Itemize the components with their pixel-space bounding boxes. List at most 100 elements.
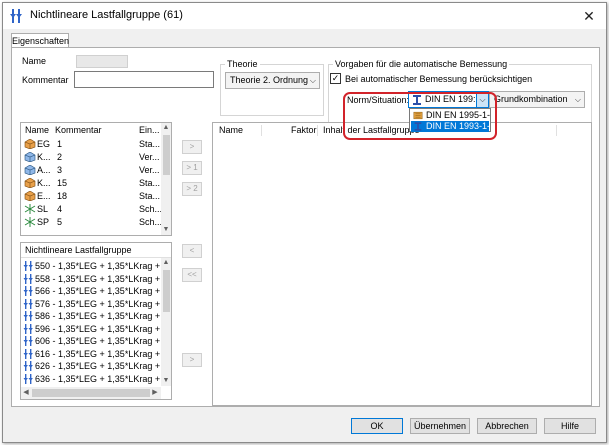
cell-comment: 3 (57, 165, 63, 175)
cell-ein: Sch... (139, 217, 163, 227)
comment-field[interactable] (74, 71, 214, 88)
list-item[interactable]: 636 - 1,35*LEG + 1,35*LKrag + 1 (21, 373, 168, 385)
list-item[interactable]: 550 - 1,35*LEG + 1,35*LKrag + 1 (21, 260, 168, 272)
column-header-factor[interactable]: Faktor (291, 123, 317, 137)
group-arrows-icon (23, 261, 33, 271)
cell-comment: 4 (57, 204, 63, 214)
list-item[interactable]: 606 - 1,35*LEG + 1,35*LKrag + 1 (21, 335, 168, 347)
close-button[interactable]: ✕ (579, 6, 599, 26)
cube-blue-icon (24, 165, 36, 175)
timber-norm-icon (413, 111, 423, 120)
scroll-up-icon[interactable]: ▲ (161, 258, 171, 268)
scroll-thumb[interactable] (163, 135, 170, 175)
table-row[interactable]: SP 5 Sch... (21, 216, 163, 228)
list-item[interactable]: 596 - 1,35*LEG + 1,35*LKrag + 1 (21, 323, 168, 335)
norm-dropdown-list[interactable]: DIN EN 1995-1- DIN EN 1993-1- (409, 108, 491, 132)
load-group-icon (10, 9, 22, 23)
group-scrollbar-horizontal[interactable]: ◀ ▶ (21, 387, 161, 399)
list-item-label: 606 - 1,35*LEG + 1,35*LKrag + 1 (35, 336, 168, 346)
scroll-thumb[interactable] (32, 389, 150, 397)
table-row[interactable]: SL 4 Sch... (21, 203, 163, 215)
scroll-down-icon[interactable]: ▼ (161, 376, 171, 386)
cell-name: E... (37, 191, 51, 201)
apply-button[interactable]: Übernehmen (410, 418, 470, 434)
column-header-comment[interactable]: Kommentar (55, 123, 102, 137)
list-item-label: 558 - 1,35*LEG + 1,35*LKrag + 1 (35, 273, 168, 284)
cell-comment: 15 (57, 178, 68, 188)
scroll-thumb[interactable] (163, 270, 170, 312)
list-item[interactable]: 626 - 1,35*LEG + 1,35*LKrag + 1 (21, 360, 168, 372)
column-header-name[interactable]: Name (25, 123, 49, 137)
nonlinear-group-list[interactable]: Nichtlineare Lastfallgruppe 550 - 1,35*L… (20, 242, 172, 400)
dropdown-option[interactable]: DIN EN 1993-1- (411, 121, 490, 132)
cube-orange-icon (24, 191, 36, 201)
help-button[interactable]: Hilfe (544, 418, 596, 434)
list-item-label: 636 - 1,35*LEG + 1,35*LKrag + 1 (35, 373, 168, 384)
group-arrows-icon (23, 373, 33, 384)
add-button[interactable]: > (182, 140, 202, 154)
add-1-button[interactable]: > 1 (182, 161, 202, 175)
theory-select[interactable]: Theorie 2. Ordnung ⌵ (225, 72, 320, 89)
window-title: Nichtlineare Lastfallgruppe (61) (30, 9, 183, 21)
cube-blue-icon (24, 152, 36, 162)
design-group-title: Vorgaben für die automatische Bemessung (333, 59, 510, 69)
cell-name: SP (37, 217, 50, 227)
move-button[interactable]: > (182, 353, 202, 367)
group-arrows-icon (23, 298, 33, 309)
auto-design-label: Bei automatischer Bemessung berücksichti… (345, 74, 533, 84)
snowflake-icon (24, 204, 36, 214)
group-scrollbar-vertical[interactable]: ▲ ▼ (161, 258, 171, 386)
list-item[interactable]: 558 - 1,35*LEG + 1,35*LKrag + 1 (21, 273, 168, 285)
group-arrows-icon (23, 273, 33, 284)
dialog-window: Nichtlineare Lastfallgruppe (61) ✕ Eigen… (2, 2, 607, 443)
list-item-label: 566 - 1,35*LEG + 1,35*LKrag + 1 (35, 286, 168, 296)
cell-name: EG (37, 139, 51, 149)
cell-ein: Sta... (139, 178, 161, 188)
column-header-ein[interactable]: Ein... (139, 123, 160, 137)
cell-name: A... (37, 165, 51, 175)
scroll-down-icon[interactable]: ▼ (161, 225, 171, 235)
table-row[interactable]: EG 1 Sta... (21, 138, 161, 150)
ok-button[interactable]: OK (351, 418, 403, 434)
add-2-button[interactable]: > 2 (182, 182, 202, 196)
cell-ein: Sch... (139, 204, 163, 214)
cell-comment: 2 (57, 152, 63, 162)
tab-eigenschaften[interactable]: Eigenschaften (11, 33, 69, 48)
list-item-label: 576 - 1,35*LEG + 1,35*LKrag + 1 (35, 298, 168, 309)
list-item-label: 550 - 1,35*LEG + 1,35*LKrag + 1 (35, 261, 168, 271)
remove-button[interactable]: < (182, 244, 202, 258)
list-item[interactable]: 616 - 1,35*LEG + 1,35*LKrag + 1 (21, 348, 168, 360)
remove-all-button[interactable]: << (182, 268, 202, 282)
loadcase-scrollbar[interactable]: ▲ ▼ (161, 123, 171, 235)
list-item-label: 616 - 1,35*LEG + 1,35*LKrag + 1 (35, 348, 168, 359)
scroll-left-icon[interactable]: ◀ (21, 388, 31, 398)
scroll-up-icon[interactable]: ▲ (161, 123, 171, 133)
group-content-table[interactable]: Name Faktor Inhalt der Lastfallgruppe (212, 122, 592, 406)
table-row[interactable]: E... 18 Sta... (21, 190, 161, 202)
list-item[interactable]: 566 - 1,35*LEG + 1,35*LKrag + 1 (21, 285, 168, 297)
cube-orange-icon (24, 178, 36, 188)
situation-select[interactable]: Grundkombination ⌵ (489, 91, 585, 108)
list-item[interactable]: 586 - 1,35*LEG + 1,35*LKrag + 1 (21, 310, 168, 322)
group-arrows-icon (23, 361, 33, 371)
cell-ein: Ver... (139, 152, 160, 162)
column-header-name[interactable]: Name (219, 123, 243, 137)
table-row[interactable]: K... 2 Ver... (21, 151, 161, 163)
group-arrows-icon (23, 348, 33, 359)
list-item-label: 626 - 1,35*LEG + 1,35*LKrag + 1 (35, 361, 168, 371)
group-arrows-icon (23, 311, 33, 321)
cell-comment: 1 (57, 139, 63, 149)
cancel-button[interactable]: Abbrechen (477, 418, 537, 434)
table-row[interactable]: K... 15 Sta... (21, 177, 161, 189)
list-item[interactable]: 576 - 1,35*LEG + 1,35*LKrag + 1 (21, 298, 168, 310)
name-field[interactable] (76, 55, 128, 68)
auto-design-checkbox[interactable]: ✓ (330, 73, 341, 84)
column-header-group[interactable]: Nichtlineare Lastfallgruppe (25, 243, 132, 257)
table-row[interactable]: A... 3 Ver... (21, 164, 161, 176)
comment-label: Kommentar (22, 75, 69, 85)
dropdown-option[interactable]: DIN EN 1995-1- (411, 110, 490, 121)
scroll-right-icon[interactable]: ▶ (150, 388, 160, 398)
list-item-label: 596 - 1,35*LEG + 1,35*LKrag + 1 (35, 323, 168, 334)
name-label: Name (22, 56, 47, 66)
loadcase-list[interactable]: Name Kommentar Ein... EG 1 Sta... K... 2 Ver.… (20, 122, 172, 236)
